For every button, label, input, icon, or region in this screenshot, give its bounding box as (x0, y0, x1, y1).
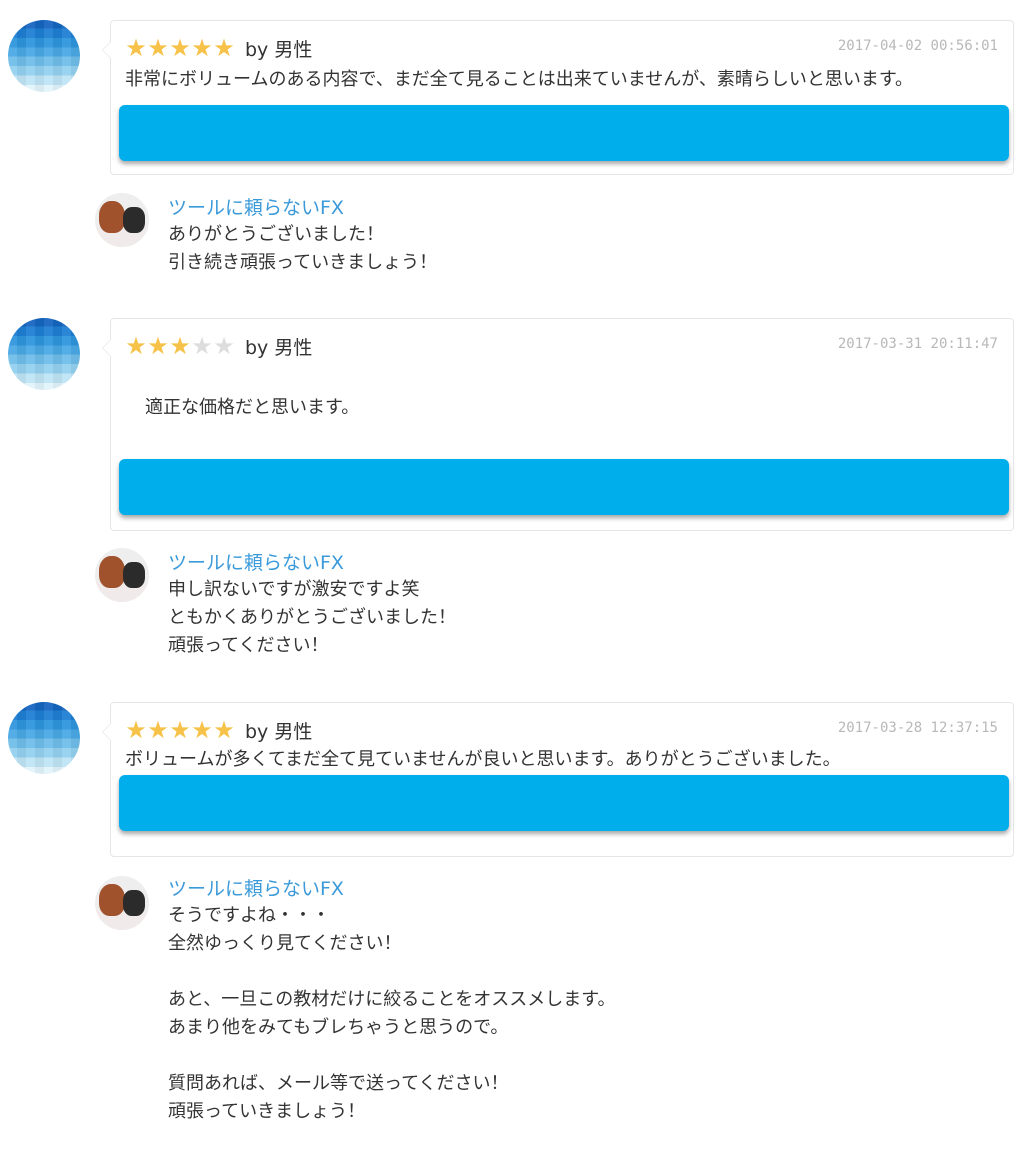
star-icon: ★ (169, 716, 191, 744)
star-icon: ★ (213, 716, 235, 744)
highlight-bar (119, 775, 1009, 831)
star-icon: ★ (147, 34, 169, 62)
review-card: ★ ★ ★ ★ ★ by 男性 2017-03-28 12:37:15 ボリュームが多く… (102, 702, 1014, 857)
review-text: ボリュームが多くてまだ全て見ていませんが良いと思います。ありがとうございました。 (125, 749, 841, 770)
reply-text: ありがとうございました！ 引き続き頑張っていきましょう！ (168, 224, 438, 273)
star-icon: ★ (147, 332, 169, 360)
star-icon: ★ (191, 34, 213, 62)
star-icon: ★ (125, 34, 147, 62)
star-icon: ★ (169, 332, 191, 360)
review-text: 適正な価格だと思います。 (145, 397, 360, 418)
reviewer-avatar (8, 318, 80, 390)
review-date: 2017-04-02 00:56:01 (837, 38, 998, 54)
review-card: ★ ★ ★ ★ ★ by 男性 2017-04-02 00:56:01 非常にボリューム… (102, 20, 1014, 175)
review-date: 2017-03-28 12:37:15 (837, 720, 998, 736)
star-icon: ★ (125, 332, 147, 360)
review-header: ★ ★ ★ ★ ★ by 男性 (125, 333, 312, 359)
review-header: ★ ★ ★ ★ ★ by 男性 (125, 35, 312, 61)
star-icon: ★ (191, 716, 213, 744)
shop-avatar (95, 548, 149, 602)
star-icon: ★ (213, 34, 235, 62)
review-date: 2017-03-31 20:11:47 (837, 336, 998, 352)
shop-avatar (95, 193, 149, 247)
star-rating: ★ ★ ★ ★ ★ (125, 36, 235, 60)
review-card: ★ ★ ★ ★ ★ by 男性 2017-03-31 20:11:47 適正な価格だと思… (102, 318, 1014, 531)
reply-author[interactable]: ツールに頼らないFX (168, 548, 344, 575)
reply-author[interactable]: ツールに頼らないFX (168, 874, 344, 901)
star-icon: ★ (169, 34, 191, 62)
star-icon: ★ (147, 716, 169, 744)
reviewer-label: by 男性 (245, 720, 313, 743)
reply-text: 申し訳ないですが激安ですよ笑 ともかくありがとうございました！ 頑張ってください… (168, 579, 456, 656)
star-icon: ★ (191, 332, 213, 360)
highlight-bar (119, 105, 1009, 161)
shop-avatar (95, 876, 149, 930)
review-header: ★ ★ ★ ★ ★ by 男性 (125, 717, 312, 743)
reply-author[interactable]: ツールに頼らないFX (168, 193, 344, 220)
star-icon: ★ (125, 716, 147, 744)
review-text: 非常にボリュームのある内容で、まだ全て見ることは出来ていませんが、素晴らしいと思… (125, 69, 914, 90)
review-list: ★ ★ ★ ★ ★ by 男性 2017-04-02 00:56:01 非常にボリューム… (0, 0, 1027, 1157)
star-rating: ★ ★ ★ ★ ★ (125, 718, 235, 742)
highlight-bar (119, 459, 1009, 515)
reviewer-avatar (8, 702, 80, 774)
reply-text: そうですよね・・・ 全然ゆっくり見てください！ あと、一旦この教材だけに絞ること… (168, 905, 616, 1122)
reviewer-label: by 男性 (245, 38, 313, 61)
reviewer-avatar (8, 20, 80, 92)
reviewer-label: by 男性 (245, 336, 313, 359)
star-rating: ★ ★ ★ ★ ★ (125, 334, 235, 358)
star-icon: ★ (213, 332, 235, 360)
